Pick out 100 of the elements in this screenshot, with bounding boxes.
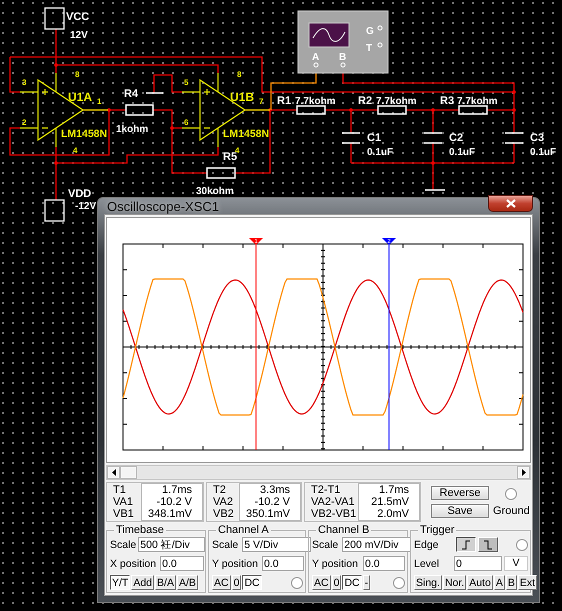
readout-value: -10.2 V: [254, 496, 290, 508]
level-field[interactable]: 0: [454, 556, 502, 571]
terminal-label: A: [312, 52, 320, 63]
radio-icon[interactable]: [516, 538, 528, 550]
capacitor-label: C3: [530, 132, 544, 144]
resistor-label: R4: [124, 88, 138, 100]
mode-button[interactable]: Add: [131, 575, 154, 590]
edge-button[interactable]: [456, 537, 476, 552]
ground-label: Ground: [493, 504, 530, 516]
unit-label: V: [504, 556, 528, 571]
scale-field[interactable]: 200 mV/Div: [342, 537, 412, 552]
resistor-value: 30kohm: [196, 186, 234, 197]
scale-field[interactable]: 5 V/Div: [242, 537, 312, 552]
mode-button[interactable]: Nor.: [442, 575, 466, 590]
field-label: Y position: [212, 558, 258, 570]
pin-number: 4: [73, 146, 78, 155]
readout-label: VB2-VB1: [311, 508, 358, 520]
pin-number: 8: [75, 70, 80, 79]
resistor-label: R1: [277, 95, 292, 107]
terminal-label: G: [366, 26, 374, 37]
mode-button[interactable]: B/A: [155, 575, 176, 590]
resistor-value: 1kohm: [116, 124, 148, 135]
action-button[interactable]: Save: [431, 504, 489, 518]
mode-button[interactable]: A/B: [176, 575, 198, 590]
terminal-label: B: [339, 52, 346, 63]
mode-button[interactable]: Auto: [467, 575, 493, 590]
pin-number: 7: [259, 97, 264, 106]
field-label: Y position: [312, 558, 358, 570]
op-amp-model: LM1458N: [61, 128, 108, 140]
mode-button[interactable]: Y/T: [110, 575, 130, 590]
close-icon: [506, 198, 516, 208]
readout-value: 1.7ms: [162, 484, 192, 496]
close-button[interactable]: [488, 194, 533, 212]
op-amp-model: LM1458N: [223, 128, 270, 140]
source-voltage: 12V: [70, 30, 88, 41]
scrollbar[interactable]: [106, 465, 531, 480]
scroll-right-button[interactable]: [517, 466, 530, 479]
capacitor-label: C2: [449, 132, 464, 144]
scroll-left-button[interactable]: [107, 466, 120, 479]
mode-button[interactable]: Sing.: [414, 575, 442, 590]
capacitor-value: 0.1uF: [530, 147, 556, 158]
window-title: Oscilloscope-XSC1: [106, 198, 219, 214]
ground-radio[interactable]: [505, 488, 518, 500]
field-label: Scale: [212, 538, 238, 550]
position-field[interactable]: 0.0: [363, 556, 405, 571]
right-arrow-icon: [522, 469, 526, 476]
mode-button[interactable]: Ext: [518, 575, 538, 590]
mode-button[interactable]: 0: [332, 575, 342, 590]
group-title: Channel A: [217, 524, 270, 536]
readout-label: T2: [213, 484, 227, 496]
mode-button[interactable]: B: [506, 575, 517, 590]
readout-label: VB1: [113, 508, 135, 520]
pin-number: 8: [237, 70, 242, 79]
resistor-label: R5: [223, 151, 238, 163]
group-title: Channel B: [317, 524, 370, 536]
field-label: Scale: [110, 538, 136, 550]
readout-label: VA2-VA1: [311, 496, 356, 508]
pin-number: 3: [22, 78, 26, 87]
op-amp-label: U1B: [230, 90, 254, 104]
scale-field[interactable]: 500 衽/Div: [138, 537, 206, 552]
pin-number: 4: [235, 146, 240, 155]
mode-button[interactable]: 0: [232, 575, 242, 590]
group-title: Trigger: [419, 524, 456, 536]
readout-value: 1.7ms: [379, 484, 409, 496]
capacitor-value: 0.1uF: [449, 147, 476, 158]
readout-label: VA2: [213, 496, 234, 508]
readout-value: 348.1mV: [148, 508, 192, 520]
source-name: VCC: [66, 11, 90, 23]
readout-value: -10.2 V: [156, 496, 192, 508]
mode-button[interactable]: AC: [212, 575, 231, 590]
field-label: Level: [414, 558, 440, 570]
mode-button[interactable]: A: [494, 575, 505, 590]
capacitor-value: 0.1uF: [367, 147, 394, 158]
resistor-value: 7.7kohm: [457, 96, 498, 107]
resistor-value: 7.7kohm: [376, 96, 417, 107]
readout-value: 3.3ms: [260, 484, 290, 496]
group-title: Timebase: [115, 524, 165, 536]
radio-icon[interactable]: [393, 576, 405, 588]
action-button[interactable]: Reverse: [431, 486, 489, 500]
readout-value: 2.0mV: [377, 508, 409, 520]
capacitor-label: C1: [367, 132, 382, 144]
source-voltage: -12V: [75, 201, 96, 212]
falling-edge-icon: [483, 540, 494, 550]
scroll-thumb[interactable]: [120, 466, 137, 479]
position-field[interactable]: 0.0: [262, 556, 304, 571]
mode-button[interactable]: DC: [242, 575, 262, 590]
readout-label: VB2: [213, 508, 235, 520]
field-label: X position: [110, 558, 156, 570]
mode-button[interactable]: DC: [342, 575, 362, 590]
readout-value: 350.1mV: [246, 508, 290, 520]
readout-label: VA1: [113, 496, 134, 508]
resistor-label: R2: [358, 95, 372, 107]
field-label: Scale: [312, 538, 338, 550]
readout-value: 21.5mV: [371, 496, 409, 508]
mode-button[interactable]: -: [362, 575, 370, 590]
resistor-value: 7.7kohm: [295, 96, 336, 107]
position-field[interactable]: 0.0: [160, 556, 204, 571]
readout-label: T2-T1: [311, 484, 342, 496]
mode-button[interactable]: AC: [312, 575, 331, 590]
radio-icon[interactable]: [291, 576, 303, 588]
